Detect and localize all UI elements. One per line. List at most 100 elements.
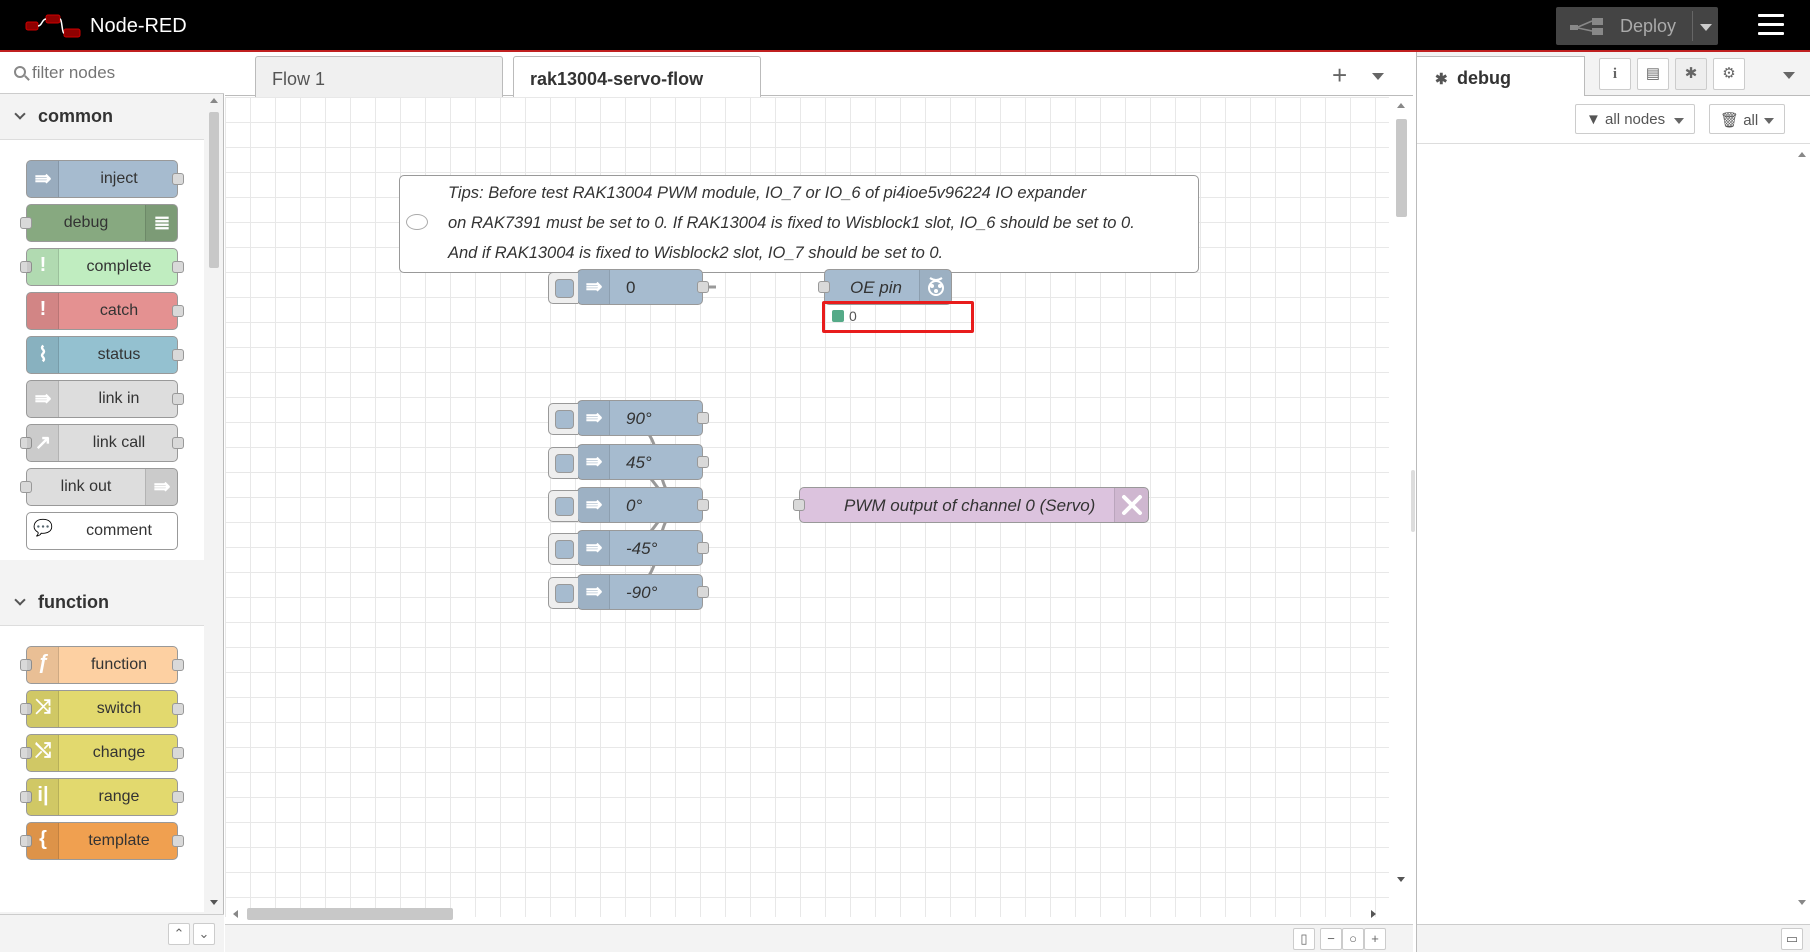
output-port[interactable] (697, 586, 709, 598)
palette-node-comment[interactable]: 💬 comment (26, 512, 178, 550)
inject-node-0-degree[interactable]: ⇛ 0° (548, 487, 709, 523)
scroll-left-arrow-icon[interactable] (233, 910, 238, 918)
book-icon[interactable]: ▤ (1637, 58, 1669, 90)
output-port[interactable] (697, 499, 709, 511)
zoom-out-icon[interactable]: − (1320, 928, 1342, 950)
inject-trigger-button[interactable] (548, 403, 578, 435)
chevron-down-icon (14, 594, 26, 606)
palette-scrollbar-thumb[interactable] (209, 112, 219, 268)
palette-node-template[interactable]: { template (20, 822, 184, 860)
palette-node-range[interactable]: i| range (20, 778, 184, 816)
inject-trigger-button[interactable] (548, 447, 578, 479)
inject-trigger-button[interactable] (548, 272, 578, 304)
output-port[interactable] (697, 542, 709, 554)
palette-node-status[interactable]: ⌇ status (26, 336, 184, 374)
info-icon[interactable]: i (1599, 58, 1631, 90)
deploy-menu-caret-icon[interactable] (1700, 24, 1712, 31)
inject-node-label: -90° (626, 583, 658, 602)
tab-flow-1[interactable]: Flow 1 (255, 56, 503, 97)
category-body-common: ⇛ inject debug ≣ ! complete ! catch ⌇ st… (0, 140, 204, 560)
canvas-horizontal-scrollbar[interactable] (225, 904, 1389, 924)
node-red-app: Node-RED Deploy common (0, 0, 1810, 952)
bug-icon[interactable]: ✱ (1675, 58, 1707, 90)
canvas-vertical-scrollbar-thumb[interactable] (1396, 119, 1407, 217)
palette-node-complete[interactable]: ! complete (20, 248, 184, 286)
input-port[interactable] (818, 281, 830, 293)
debug-scrollbar[interactable] (1793, 148, 1810, 918)
scroll-up-arrow-icon[interactable] (1798, 152, 1806, 157)
output-port (172, 659, 184, 671)
zoom-reset-icon[interactable]: ○ (1342, 928, 1364, 950)
category-header-common[interactable]: common (0, 94, 204, 140)
gear-icon[interactable]: ⚙ (1713, 58, 1745, 90)
comment-node[interactable]: Tips: Before test RAK13004 PWM module, I… (399, 175, 1199, 273)
inject-node-minus-90[interactable]: ⇛ -90° (548, 574, 709, 610)
inject-node-45[interactable]: ⇛ 45° (548, 444, 709, 480)
comment-icon (406, 214, 428, 230)
scroll-down-arrow-icon[interactable] (1397, 877, 1405, 882)
palette-node-function[interactable]: ƒ function (20, 646, 184, 684)
inject-node-label: 0° (626, 496, 643, 515)
category-body-function: ƒ function ⤨ switch ⤭ change i| range {… (0, 626, 204, 912)
flow-canvas[interactable]: Tips: Before test RAK13004 PWM module, I… (225, 97, 1389, 917)
range-icon: i| (27, 779, 59, 815)
palette-node-change[interactable]: ⤭ change (20, 734, 184, 772)
inject-icon: ⇛ (578, 270, 610, 304)
scroll-down-arrow-icon[interactable] (1798, 900, 1806, 905)
monitor-icon[interactable]: ▭ (1781, 928, 1803, 950)
trash-icon: 🗑 (1720, 112, 1740, 129)
inject-trigger-button[interactable] (548, 490, 578, 522)
category-label: common (38, 106, 114, 126)
scroll-right-arrow-icon[interactable] (1371, 910, 1376, 918)
inject-trigger-button[interactable] (548, 577, 578, 609)
add-flow-icon[interactable]: + (1332, 60, 1347, 91)
inject-node-0[interactable]: ⇛ 0 (548, 269, 709, 305)
scroll-up-arrow-icon[interactable] (1397, 103, 1405, 108)
canvas-horizontal-scrollbar-thumb[interactable] (247, 908, 453, 920)
tab-label: Flow 1 (272, 69, 326, 89)
palette-node-link-in[interactable]: ⇛ link in (26, 380, 184, 418)
output-port[interactable] (697, 412, 709, 424)
output-port[interactable] (697, 456, 709, 468)
expand-all-icon[interactable]: ⌃ (168, 923, 190, 945)
palette-node-label: debug (63, 214, 109, 231)
scroll-up-arrow-icon[interactable] (210, 98, 218, 103)
palette-node-link-out[interactable]: link out ⇛ (20, 468, 178, 506)
palette-node-switch[interactable]: ⤨ switch (20, 690, 184, 728)
deploy-button[interactable]: Deploy (1556, 7, 1718, 45)
category-header-function[interactable]: function (0, 580, 204, 626)
tab-debug[interactable]: ✱ debug (1417, 56, 1585, 97)
scroll-down-arrow-icon[interactable] (210, 900, 218, 905)
main-menu-icon[interactable] (1758, 14, 1784, 36)
clear-messages-dropdown[interactable]: 🗑 all (1709, 104, 1785, 134)
inject-node-90[interactable]: ⇛ 90° (548, 400, 709, 436)
inject-node-label: 45° (626, 453, 652, 472)
sidebar-resize-handle[interactable] (1411, 470, 1415, 532)
palette-scrollbar[interactable] (205, 94, 223, 912)
palette-node-link-call[interactable]: ↗ link call (20, 424, 184, 462)
inject-trigger-button[interactable] (548, 533, 578, 565)
bug-icon: ✱ (1435, 71, 1448, 88)
palette-node-catch[interactable]: ! catch (26, 292, 184, 330)
palette-node-debug[interactable]: debug ≣ (20, 204, 178, 242)
filter-nodes-input[interactable] (32, 61, 212, 85)
palette-node-inject[interactable]: ⇛ inject (26, 160, 184, 198)
comment-line: Tips: Before test RAK13004 PWM module, I… (448, 184, 1087, 202)
zoom-in-icon[interactable]: + (1364, 928, 1386, 950)
comment-line: And if RAK13004 is fixed to Wisblock2 sl… (448, 244, 944, 262)
oe-pin-node[interactable]: OE pin (818, 269, 952, 305)
output-port[interactable] (697, 281, 709, 293)
canvas-vertical-scrollbar[interactable] (1389, 97, 1413, 917)
filter-nodes-dropdown[interactable]: ▼ all nodes (1575, 104, 1695, 134)
collapse-all-icon[interactable]: ⌄ (193, 923, 215, 945)
inject-icon: ⇛ (578, 488, 610, 522)
navigator-map-icon[interactable]: ▯ (1293, 928, 1315, 950)
palette-scroll-area: common ⇛ inject debug ≣ ! complete ! cat… (0, 94, 204, 912)
tab-list-caret-icon[interactable] (1372, 73, 1384, 80)
sidebar-footer: ▭ (1417, 924, 1810, 952)
pwm-output-node[interactable]: PWM output of channel 0 (Servo) (793, 487, 1149, 523)
tab-rak13004-servo-flow[interactable]: rak13004-servo-flow (513, 56, 761, 98)
sidebar-menu-caret-icon[interactable] (1783, 72, 1795, 79)
input-port[interactable] (793, 499, 805, 511)
inject-node-minus-45[interactable]: ⇛ -45° (548, 530, 709, 566)
